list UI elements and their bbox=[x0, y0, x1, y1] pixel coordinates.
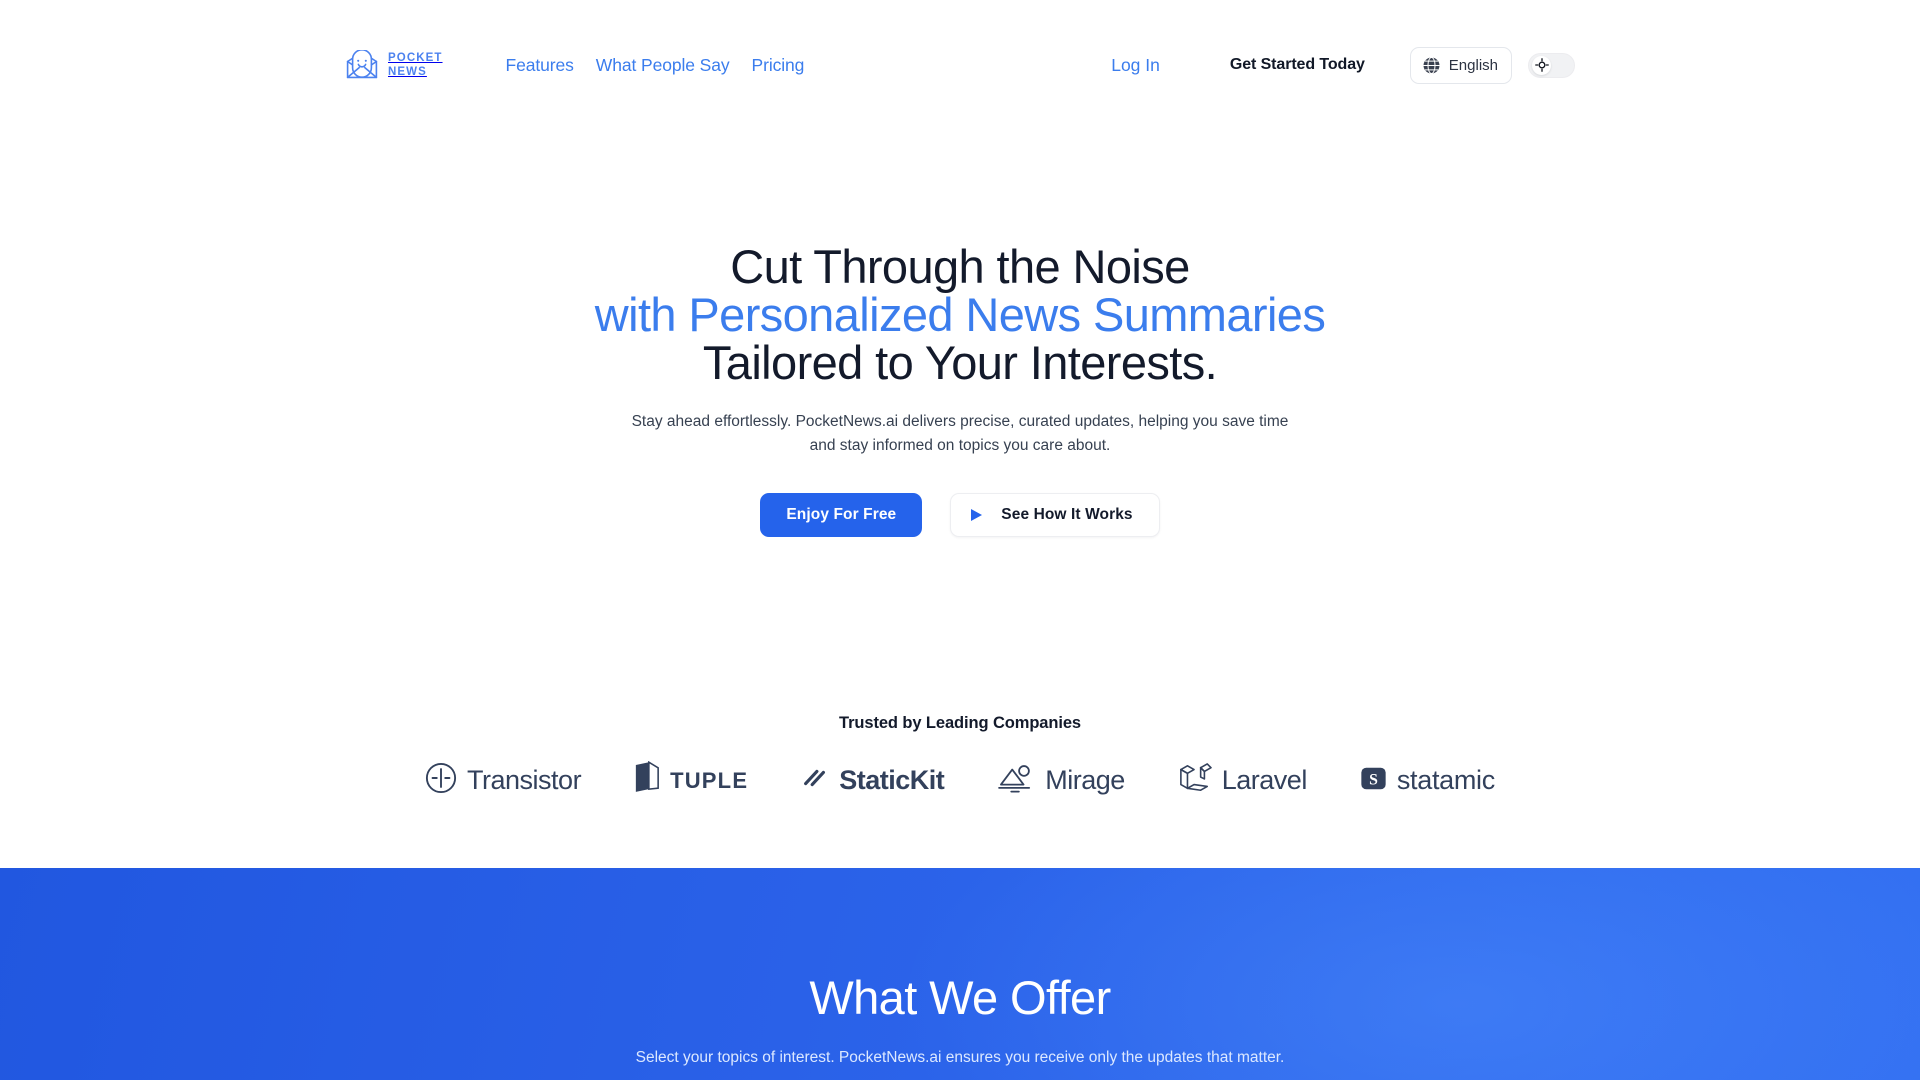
theme-toggle[interactable] bbox=[1528, 52, 1575, 78]
hero-subtitle: Stay ahead effortlessly. PocketNews.ai d… bbox=[631, 413, 1289, 454]
landing-page: POCKET NEWS Features What People Say Pri… bbox=[0, 0, 1920, 1080]
mirage-icon bbox=[997, 762, 1035, 799]
brand-wordmark: POCKET NEWS bbox=[388, 51, 443, 79]
hero-section: Cut Through the Noise with Personalized … bbox=[0, 243, 1920, 537]
site-header: POCKET NEWS Features What People Say Pri… bbox=[0, 0, 1920, 130]
primary-nav: Features What People Say Pricing bbox=[506, 55, 805, 76]
tuple-icon bbox=[634, 760, 660, 800]
see-how-it-works-button[interactable]: See How It Works bbox=[950, 493, 1160, 537]
logo-label-transistor: Transistor bbox=[467, 765, 582, 795]
get-started-button[interactable]: Get Started Today bbox=[1230, 56, 1365, 74]
logo-statamic: S statamic bbox=[1360, 765, 1495, 797]
logo-label-mirage: Mirage bbox=[1045, 765, 1125, 795]
see-how-it-works-label: See How It Works bbox=[1001, 506, 1133, 523]
nav-item-pricing[interactable]: Pricing bbox=[752, 55, 805, 76]
offer-title: What We Offer bbox=[809, 971, 1111, 1024]
logo-label-statamic: statamic bbox=[1396, 765, 1495, 795]
language-label: English bbox=[1448, 56, 1498, 74]
brand-line-1: POCKET bbox=[388, 51, 443, 64]
envelope-smile-icon bbox=[345, 49, 379, 80]
hero-headline-line-1: Cut Through the Noise bbox=[730, 240, 1190, 293]
hero-headline: Cut Through the Noise with Personalized … bbox=[0, 243, 1920, 387]
brand-line-2: NEWS bbox=[388, 66, 427, 78]
brand-logo[interactable]: POCKET NEWS bbox=[345, 49, 443, 80]
logo-label-laravel: Laravel bbox=[1221, 765, 1308, 795]
trusted-by-section: Trusted by Leading Companies Transistor bbox=[0, 714, 1920, 800]
what-we-offer-section: What We Offer Select your topics of inte… bbox=[0, 868, 1920, 1080]
hero-headline-line-2: with Personalized News Summaries bbox=[594, 288, 1326, 341]
logo-laravel: Laravel bbox=[1178, 762, 1307, 799]
company-logo-row: Transistor TUPLE StaticKit Mirage Larave… bbox=[0, 760, 1920, 800]
offer-subtitle: Select your topics of interest. PocketNe… bbox=[635, 1049, 1285, 1066]
header-actions: Log In Get Started Today English bbox=[1111, 46, 1575, 84]
sun-icon bbox=[1532, 55, 1551, 75]
logo-tuple: TUPLE bbox=[634, 760, 749, 800]
globe-icon bbox=[1422, 56, 1441, 75]
language-selector[interactable]: English bbox=[1409, 46, 1512, 84]
svg-text:S: S bbox=[1369, 771, 1378, 788]
nav-item-features[interactable]: Features bbox=[506, 55, 574, 76]
hero-headline-line-3: Tailored to Your Interests. bbox=[702, 336, 1218, 389]
logo-mirage: Mirage bbox=[997, 762, 1125, 799]
logo-label-statickit: StaticKit bbox=[839, 765, 945, 795]
transistor-icon bbox=[425, 762, 457, 799]
logo-transistor: Transistor bbox=[425, 762, 582, 799]
logo-statickit: StaticKit bbox=[801, 764, 945, 797]
enjoy-for-free-button[interactable]: Enjoy For Free bbox=[760, 493, 923, 537]
laravel-icon bbox=[1178, 762, 1212, 799]
login-link[interactable]: Log In bbox=[1111, 55, 1160, 76]
play-icon bbox=[971, 509, 983, 521]
hero-cta-row: Enjoy For Free See How It Works bbox=[0, 493, 1920, 537]
logo-label-tuple: TUPLE bbox=[670, 767, 749, 793]
nav-item-what-people-say[interactable]: What People Say bbox=[596, 55, 730, 76]
trusted-by-title: Trusted by Leading Companies bbox=[839, 714, 1081, 732]
statamic-icon: S bbox=[1360, 765, 1387, 797]
statickit-icon bbox=[801, 764, 829, 797]
